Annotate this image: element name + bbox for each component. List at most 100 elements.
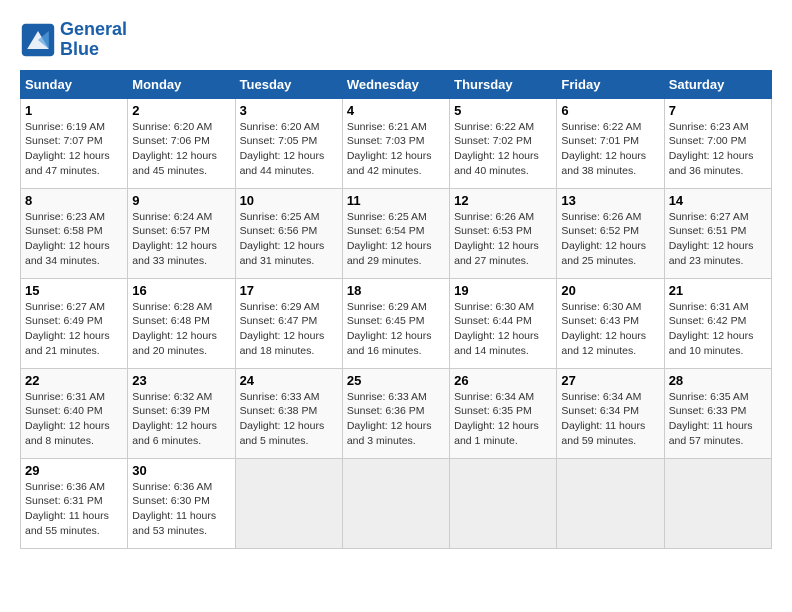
weekday-header-monday: Monday (128, 70, 235, 98)
day-info: Sunrise: 6:34 AM Sunset: 6:34 PM Dayligh… (561, 390, 659, 449)
day-number: 9 (132, 193, 230, 208)
day-info: Sunrise: 6:36 AM Sunset: 6:31 PM Dayligh… (25, 480, 123, 539)
day-number: 11 (347, 193, 445, 208)
day-cell-10: 10 Sunrise: 6:25 AM Sunset: 6:56 PM Dayl… (235, 188, 342, 278)
day-info: Sunrise: 6:25 AM Sunset: 6:54 PM Dayligh… (347, 210, 445, 269)
day-cell-2: 2 Sunrise: 6:20 AM Sunset: 7:06 PM Dayli… (128, 98, 235, 188)
day-cell-11: 11 Sunrise: 6:25 AM Sunset: 6:54 PM Dayl… (342, 188, 449, 278)
day-number: 2 (132, 103, 230, 118)
day-number: 7 (669, 103, 767, 118)
day-number: 3 (240, 103, 338, 118)
day-number: 24 (240, 373, 338, 388)
day-cell-16: 16 Sunrise: 6:28 AM Sunset: 6:48 PM Dayl… (128, 278, 235, 368)
calendar-week-1: 1 Sunrise: 6:19 AM Sunset: 7:07 PM Dayli… (21, 98, 772, 188)
day-cell-20: 20 Sunrise: 6:30 AM Sunset: 6:43 PM Dayl… (557, 278, 664, 368)
day-cell-29: 29 Sunrise: 6:36 AM Sunset: 6:31 PM Dayl… (21, 458, 128, 548)
day-cell-14: 14 Sunrise: 6:27 AM Sunset: 6:51 PM Dayl… (664, 188, 771, 278)
day-number: 26 (454, 373, 552, 388)
day-info: Sunrise: 6:27 AM Sunset: 6:49 PM Dayligh… (25, 300, 123, 359)
day-number: 20 (561, 283, 659, 298)
day-number: 30 (132, 463, 230, 478)
day-number: 21 (669, 283, 767, 298)
day-info: Sunrise: 6:26 AM Sunset: 6:53 PM Dayligh… (454, 210, 552, 269)
weekday-header-wednesday: Wednesday (342, 70, 449, 98)
day-info: Sunrise: 6:19 AM Sunset: 7:07 PM Dayligh… (25, 120, 123, 179)
day-cell-27: 27 Sunrise: 6:34 AM Sunset: 6:34 PM Dayl… (557, 368, 664, 458)
day-cell-18: 18 Sunrise: 6:29 AM Sunset: 6:45 PM Dayl… (342, 278, 449, 368)
day-number: 5 (454, 103, 552, 118)
day-number: 18 (347, 283, 445, 298)
calendar-week-3: 15 Sunrise: 6:27 AM Sunset: 6:49 PM Dayl… (21, 278, 772, 368)
day-info: Sunrise: 6:30 AM Sunset: 6:44 PM Dayligh… (454, 300, 552, 359)
day-info: Sunrise: 6:30 AM Sunset: 6:43 PM Dayligh… (561, 300, 659, 359)
day-info: Sunrise: 6:25 AM Sunset: 6:56 PM Dayligh… (240, 210, 338, 269)
weekday-header-thursday: Thursday (450, 70, 557, 98)
day-cell-21: 21 Sunrise: 6:31 AM Sunset: 6:42 PM Dayl… (664, 278, 771, 368)
calendar-week-4: 22 Sunrise: 6:31 AM Sunset: 6:40 PM Dayl… (21, 368, 772, 458)
day-cell-30: 30 Sunrise: 6:36 AM Sunset: 6:30 PM Dayl… (128, 458, 235, 548)
weekday-header-friday: Friday (557, 70, 664, 98)
day-info: Sunrise: 6:29 AM Sunset: 6:47 PM Dayligh… (240, 300, 338, 359)
day-info: Sunrise: 6:35 AM Sunset: 6:33 PM Dayligh… (669, 390, 767, 449)
empty-cell (342, 458, 449, 548)
empty-cell (235, 458, 342, 548)
day-number: 17 (240, 283, 338, 298)
day-number: 4 (347, 103, 445, 118)
day-number: 10 (240, 193, 338, 208)
day-info: Sunrise: 6:23 AM Sunset: 7:00 PM Dayligh… (669, 120, 767, 179)
empty-cell (557, 458, 664, 548)
weekday-header-tuesday: Tuesday (235, 70, 342, 98)
day-info: Sunrise: 6:33 AM Sunset: 6:38 PM Dayligh… (240, 390, 338, 449)
day-number: 25 (347, 373, 445, 388)
day-info: Sunrise: 6:33 AM Sunset: 6:36 PM Dayligh… (347, 390, 445, 449)
day-cell-25: 25 Sunrise: 6:33 AM Sunset: 6:36 PM Dayl… (342, 368, 449, 458)
day-info: Sunrise: 6:34 AM Sunset: 6:35 PM Dayligh… (454, 390, 552, 449)
day-cell-5: 5 Sunrise: 6:22 AM Sunset: 7:02 PM Dayli… (450, 98, 557, 188)
weekday-header-saturday: Saturday (664, 70, 771, 98)
day-cell-26: 26 Sunrise: 6:34 AM Sunset: 6:35 PM Dayl… (450, 368, 557, 458)
day-number: 19 (454, 283, 552, 298)
day-number: 8 (25, 193, 123, 208)
day-info: Sunrise: 6:26 AM Sunset: 6:52 PM Dayligh… (561, 210, 659, 269)
day-cell-28: 28 Sunrise: 6:35 AM Sunset: 6:33 PM Dayl… (664, 368, 771, 458)
weekday-header-sunday: Sunday (21, 70, 128, 98)
day-info: Sunrise: 6:28 AM Sunset: 6:48 PM Dayligh… (132, 300, 230, 359)
day-cell-4: 4 Sunrise: 6:21 AM Sunset: 7:03 PM Dayli… (342, 98, 449, 188)
logo: General Blue (20, 20, 127, 60)
empty-cell (664, 458, 771, 548)
calendar-week-2: 8 Sunrise: 6:23 AM Sunset: 6:58 PM Dayli… (21, 188, 772, 278)
day-info: Sunrise: 6:31 AM Sunset: 6:40 PM Dayligh… (25, 390, 123, 449)
day-info: Sunrise: 6:32 AM Sunset: 6:39 PM Dayligh… (132, 390, 230, 449)
day-number: 27 (561, 373, 659, 388)
calendar-week-5: 29 Sunrise: 6:36 AM Sunset: 6:31 PM Dayl… (21, 458, 772, 548)
day-cell-8: 8 Sunrise: 6:23 AM Sunset: 6:58 PM Dayli… (21, 188, 128, 278)
day-info: Sunrise: 6:27 AM Sunset: 6:51 PM Dayligh… (669, 210, 767, 269)
day-cell-12: 12 Sunrise: 6:26 AM Sunset: 6:53 PM Dayl… (450, 188, 557, 278)
day-cell-15: 15 Sunrise: 6:27 AM Sunset: 6:49 PM Dayl… (21, 278, 128, 368)
day-info: Sunrise: 6:20 AM Sunset: 7:06 PM Dayligh… (132, 120, 230, 179)
day-number: 15 (25, 283, 123, 298)
day-number: 13 (561, 193, 659, 208)
day-info: Sunrise: 6:22 AM Sunset: 7:01 PM Dayligh… (561, 120, 659, 179)
day-number: 29 (25, 463, 123, 478)
day-cell-23: 23 Sunrise: 6:32 AM Sunset: 6:39 PM Dayl… (128, 368, 235, 458)
day-cell-7: 7 Sunrise: 6:23 AM Sunset: 7:00 PM Dayli… (664, 98, 771, 188)
day-cell-22: 22 Sunrise: 6:31 AM Sunset: 6:40 PM Dayl… (21, 368, 128, 458)
day-cell-19: 19 Sunrise: 6:30 AM Sunset: 6:44 PM Dayl… (450, 278, 557, 368)
empty-cell (450, 458, 557, 548)
day-cell-9: 9 Sunrise: 6:24 AM Sunset: 6:57 PM Dayli… (128, 188, 235, 278)
logo-text: General Blue (60, 20, 127, 60)
day-info: Sunrise: 6:31 AM Sunset: 6:42 PM Dayligh… (669, 300, 767, 359)
day-number: 28 (669, 373, 767, 388)
day-number: 16 (132, 283, 230, 298)
calendar-table: SundayMondayTuesdayWednesdayThursdayFrid… (20, 70, 772, 549)
day-cell-6: 6 Sunrise: 6:22 AM Sunset: 7:01 PM Dayli… (557, 98, 664, 188)
day-cell-13: 13 Sunrise: 6:26 AM Sunset: 6:52 PM Dayl… (557, 188, 664, 278)
day-number: 6 (561, 103, 659, 118)
day-info: Sunrise: 6:36 AM Sunset: 6:30 PM Dayligh… (132, 480, 230, 539)
day-info: Sunrise: 6:20 AM Sunset: 7:05 PM Dayligh… (240, 120, 338, 179)
day-cell-1: 1 Sunrise: 6:19 AM Sunset: 7:07 PM Dayli… (21, 98, 128, 188)
day-number: 22 (25, 373, 123, 388)
day-info: Sunrise: 6:29 AM Sunset: 6:45 PM Dayligh… (347, 300, 445, 359)
day-number: 23 (132, 373, 230, 388)
